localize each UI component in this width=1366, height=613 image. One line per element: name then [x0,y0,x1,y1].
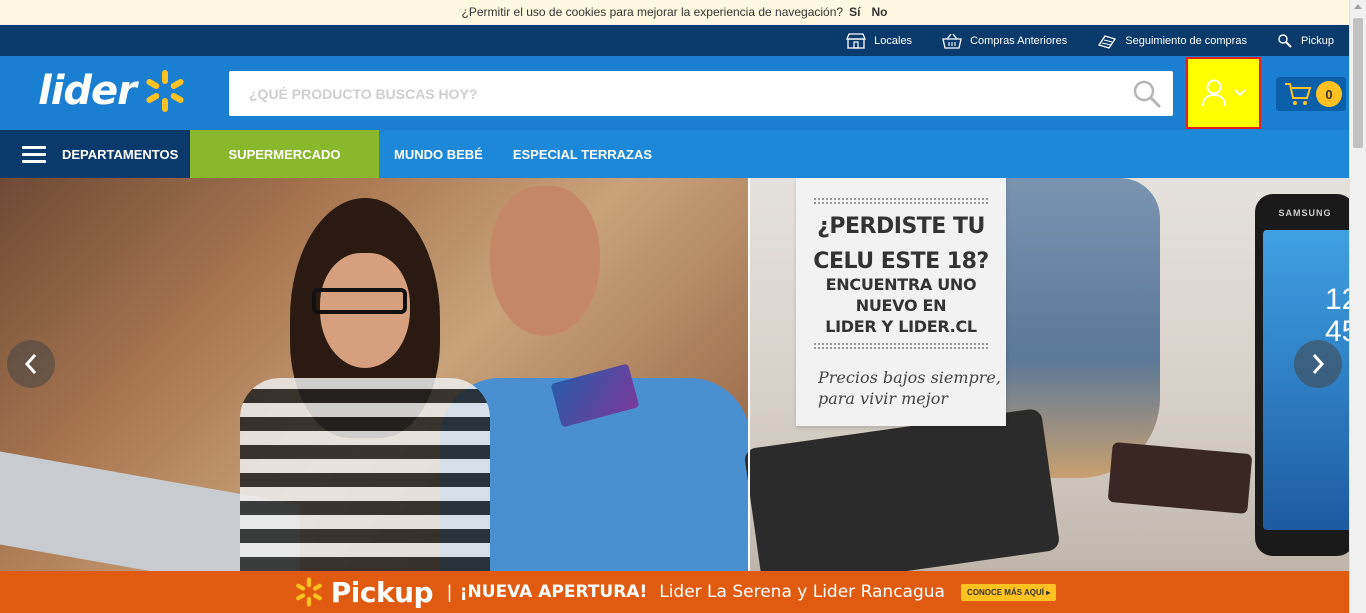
main-nav: DEPARTAMENTOS SUPERMERCADO MUNDO BEBÉ ES… [0,130,1349,178]
util-compras-label: Compras Anteriores [970,34,1068,47]
promo-tagline-2: para vivir mejor [818,389,948,408]
promo-tagline-1: Precios bajos siempre, [818,368,1001,387]
phone-time-hour: 12 [1325,283,1349,316]
pickup-stores: Lider La Serena y Lider Rancagua [659,582,945,602]
departments-label: DEPARTAMENTOS [62,146,179,162]
search-icon [1133,80,1161,107]
cookie-bar: ¿Permitir el uso de cookies para mejorar… [0,0,1349,25]
store-icon [846,32,867,49]
promo-sub-line-3: LIDER Y LIDER.CL [825,317,977,336]
page-scrollbar[interactable] [1349,0,1366,613]
pickup-headline: ¡NUEVA APERTURA! [459,582,648,602]
pickup-cta-button[interactable]: CONOCE MÁS AQUÍ ▸ [960,583,1057,601]
chevron-left-icon [24,354,37,374]
lider-logo[interactable]: lider [38,68,188,114]
pickup-icon [1278,33,1292,48]
util-seguimiento-label: Seguimiento de compras [1125,34,1247,47]
hero-divider [748,178,750,571]
hero-image-couple[interactable] [0,178,750,571]
chevron-right-icon [1312,354,1325,374]
cookie-message: ¿Permitir el uso de cookies para mejorar… [461,5,844,19]
pickup-logo: Pickup [293,575,434,609]
util-locales-link[interactable]: Locales [846,32,913,49]
hamburger-icon [22,142,46,167]
scrollbar-thumb[interactable] [1353,18,1363,148]
man-face-shape [490,186,600,336]
carousel-prev-button[interactable] [7,340,55,388]
cookie-accept-link[interactable]: Sí [849,5,860,19]
chevron-down-icon [1233,89,1246,97]
scroll-up-arrow-icon[interactable] [1354,4,1362,9]
promo-dots-bottom [814,343,988,349]
pickup-brand: Pickup [330,575,434,609]
phone-brand: SAMSUNG [1278,208,1332,218]
pickup-banner[interactable]: Pickup | ¡NUEVA APERTURA! Lider La Seren… [0,571,1349,613]
cart-count-badge: 0 [1316,81,1342,107]
promo-title-line-1: ¿PERDISTE TU [817,214,985,239]
cart-icon [1285,83,1312,105]
search-bar [229,71,1173,116]
util-pickup-label: Pickup [1300,34,1334,47]
glasses-shape [312,288,407,314]
util-compras-link[interactable]: Compras Anteriores [942,33,1067,49]
carousel-next-button[interactable] [1294,340,1342,388]
account-button[interactable] [1186,57,1261,129]
util-pickup-link[interactable]: Pickup [1277,33,1334,49]
phone-time: 12 45 [1325,284,1349,348]
page-content: ¿Permitir el uso de cookies para mejorar… [0,0,1349,613]
departments-menu-button[interactable]: DEPARTAMENTOS [0,130,190,178]
spark-icon [146,70,184,112]
util-locales-label: Locales [874,34,913,47]
cart-button[interactable]: 0 [1276,77,1346,111]
woman-shirt-shape [240,378,490,571]
page: ¿Permitir el uso de cookies para mejorar… [0,0,1366,613]
tracking-icon [1098,34,1117,49]
cookie-decline-link[interactable]: No [871,5,887,19]
promo-sub-line-2: NUEVO EN [855,296,947,315]
main-header: lider ¿QUÉ PRODUCTO BUSCAS HOY? 0 [0,56,1349,130]
wallet-shape [1107,442,1253,514]
user-icon [1201,79,1226,107]
utility-bar: Locales Compras Anteriores Seguimiento d… [0,25,1349,56]
hero-carousel: ¿PERDISTE TU CELU ESTE 18? ENCUENTRA UNO… [0,178,1349,571]
nav-especial-terrazas[interactable]: ESPECIAL TERRAZAS [498,130,667,178]
logo-text: lider [38,68,137,114]
spark-icon [295,577,322,607]
basket-icon [942,33,962,49]
search-input[interactable] [229,71,1121,116]
promo-card: ¿PERDISTE TU CELU ESTE 18? ENCUENTRA UNO… [796,178,1006,426]
promo-sub-line-1: ENCUENTRA UNO [825,275,977,294]
nav-supermercado[interactable]: SUPERMERCADO [190,130,379,178]
pickup-separator: | [447,581,452,602]
search-button[interactable] [1121,71,1173,116]
nav-mundo-bebe[interactable]: MUNDO BEBÉ [379,130,498,178]
util-seguimiento-link[interactable]: Seguimiento de compras [1097,33,1247,49]
promo-title-line-2: CELU ESTE 18? [813,249,989,274]
promo-dots-top [814,198,988,204]
